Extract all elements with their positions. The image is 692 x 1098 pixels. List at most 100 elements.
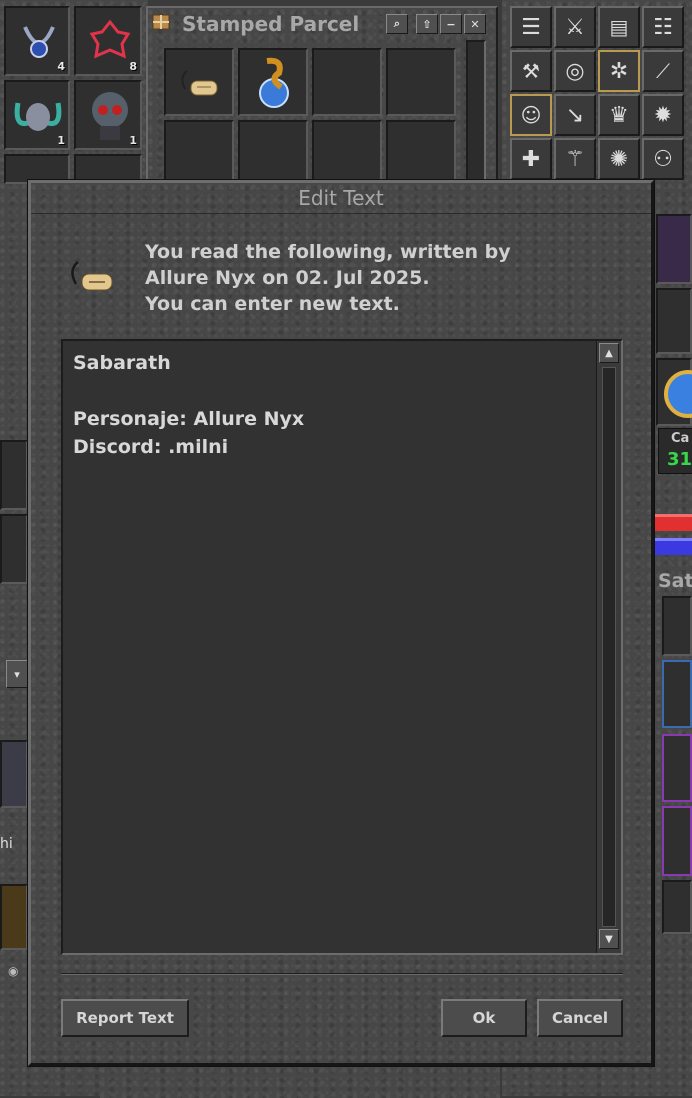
side-slot[interactable]	[662, 596, 692, 656]
target-button[interactable]: ◎	[554, 50, 596, 92]
ok-button[interactable]: Ok	[441, 999, 527, 1037]
chart-line-icon: ⟋	[656, 59, 670, 83]
report-text-button[interactable]: Report Text	[61, 999, 189, 1037]
inventory-slot-rune[interactable]: 8	[74, 6, 142, 76]
dialog-title: Edit Text	[298, 186, 384, 210]
bottom-bar	[100, 1064, 500, 1098]
equipment-slot[interactable]	[656, 288, 692, 354]
imbuement-button[interactable]: ⚚	[554, 138, 596, 180]
health-bar	[654, 514, 692, 531]
trophy-icon: ♛	[609, 102, 629, 128]
edit-text-dialog: Edit Text You read the following, writte…	[28, 180, 654, 1066]
equipment-slot[interactable]	[656, 358, 692, 426]
capacity-label: Ca	[671, 431, 690, 446]
skills-button[interactable]: ☰	[510, 6, 552, 48]
side-window-title: Sat	[658, 570, 692, 592]
capacity-value: 31	[667, 449, 692, 470]
horned-helmet-icon	[12, 92, 64, 140]
parcel-window: Stamped Parcel ⌕ ⇧ − ✕	[146, 6, 498, 192]
achievements-button[interactable]: ♛	[598, 94, 640, 136]
text-editor-frame: Sabarath Personaje: Allure Nyx Discord: …	[61, 339, 623, 955]
chat-list-icon: ▤	[609, 15, 629, 39]
sword-slash-icon: ↘	[565, 102, 585, 128]
branch-icon: ⚚	[565, 146, 585, 172]
side-slot[interactable]	[662, 806, 692, 876]
party-button[interactable]: ☷	[642, 6, 684, 48]
parcel-item-slot[interactable]	[164, 48, 234, 116]
tools-button[interactable]: ⚒	[510, 50, 552, 92]
boss-button[interactable]: ✺	[598, 138, 640, 180]
dialog-title-bar: Edit Text	[31, 183, 651, 214]
scroll-down-icon[interactable]: ▼	[599, 929, 619, 949]
info-line: Allure Nyx on 02. Jul 2025.	[145, 267, 430, 289]
prey-button[interactable]: ✚	[510, 138, 552, 180]
target-icon: ◎	[565, 58, 585, 84]
people-icon: ⚇	[653, 146, 673, 172]
mana-bar	[654, 538, 692, 555]
scroll-up-icon[interactable]: ▲	[599, 343, 619, 363]
item-count: 8	[129, 60, 137, 73]
creature-icon: ✲	[609, 58, 629, 84]
equipment-slot[interactable]	[0, 440, 28, 510]
text-editor-input[interactable]: Sabarath Personaje: Allure Nyx Discord: …	[63, 341, 591, 953]
parcel-item-slot[interactable]	[238, 48, 308, 116]
cross-icon: ✚	[521, 146, 541, 172]
bestiary-button[interactable]: ✲	[598, 50, 640, 92]
side-slot[interactable]	[662, 734, 692, 802]
equipment-slot[interactable]	[656, 214, 692, 284]
parcel-item-slot[interactable]	[386, 48, 456, 116]
parcel-icon	[152, 14, 170, 30]
equipment-slot[interactable]	[0, 514, 28, 584]
close-icon[interactable]: ✕	[464, 14, 486, 34]
tools-icon: ⚒	[522, 59, 540, 83]
dialog-info-text: You read the following, written by Allur…	[145, 239, 511, 317]
person-list-icon: ☷	[653, 14, 673, 40]
item-count: 1	[129, 134, 137, 147]
swords-icon: ⚔	[565, 14, 585, 40]
analytics-button[interactable]: ⟋	[642, 50, 684, 92]
cyclopedia-button[interactable]: ↘	[554, 94, 596, 136]
inventory-slot-skull[interactable]: 1	[74, 80, 142, 150]
search-icon[interactable]: ⌕	[386, 14, 408, 34]
character-label: hi	[0, 836, 13, 852]
parcel-title-bar: Stamped Parcel ⌕ ⇧ − ✕	[148, 8, 496, 36]
dialog-divider	[61, 973, 623, 975]
ring-icon	[664, 370, 692, 418]
settings-button[interactable]: ✹	[642, 94, 684, 136]
gear-icon: ✹	[653, 102, 673, 128]
item-count: 4	[57, 60, 65, 73]
side-slot[interactable]	[662, 660, 692, 728]
up-arrow-icon[interactable]: ⇧	[416, 14, 438, 34]
battle-button[interactable]: ⚔	[554, 6, 596, 48]
info-line: You read the following, written by	[145, 241, 511, 263]
eye-icon[interactable]: ◉	[8, 964, 26, 978]
list-icon: ☰	[521, 14, 541, 40]
portrait-icon: ☺	[520, 103, 542, 127]
character-button[interactable]: ☺	[510, 94, 552, 136]
parcel-title: Stamped Parcel	[182, 12, 360, 36]
equipment-slot[interactable]	[0, 740, 28, 808]
amulet-icon	[16, 18, 62, 64]
bug-icon: ✺	[609, 146, 629, 172]
demon-skull-icon	[84, 88, 136, 144]
info-line: You can enter new text.	[145, 293, 400, 315]
scroll-track[interactable]	[602, 367, 616, 927]
label-icon	[176, 66, 224, 102]
capacity-box: Ca 31	[658, 428, 692, 474]
minimize-icon[interactable]: −	[440, 14, 462, 34]
parcel-item-slot[interactable]	[312, 48, 382, 116]
vip-button[interactable]: ▤	[598, 6, 640, 48]
editor-scrollbar[interactable]: ▲ ▼	[596, 341, 621, 953]
chevron-down-icon[interactable]: ▾	[6, 660, 28, 688]
equipment-slot[interactable]	[0, 884, 28, 950]
red-rune-icon	[86, 16, 134, 64]
side-slot[interactable]	[662, 880, 692, 934]
snake-amulet-icon	[248, 54, 300, 114]
inventory-slot-helmet[interactable]: 1	[4, 80, 70, 150]
parcel-scrollbar[interactable]	[466, 40, 486, 190]
guild-button[interactable]: ⚇	[642, 138, 684, 180]
inventory-slot-amulet[interactable]: 4	[4, 6, 70, 76]
cancel-button[interactable]: Cancel	[537, 999, 623, 1037]
item-count: 1	[57, 134, 65, 147]
label-icon	[65, 257, 117, 297]
